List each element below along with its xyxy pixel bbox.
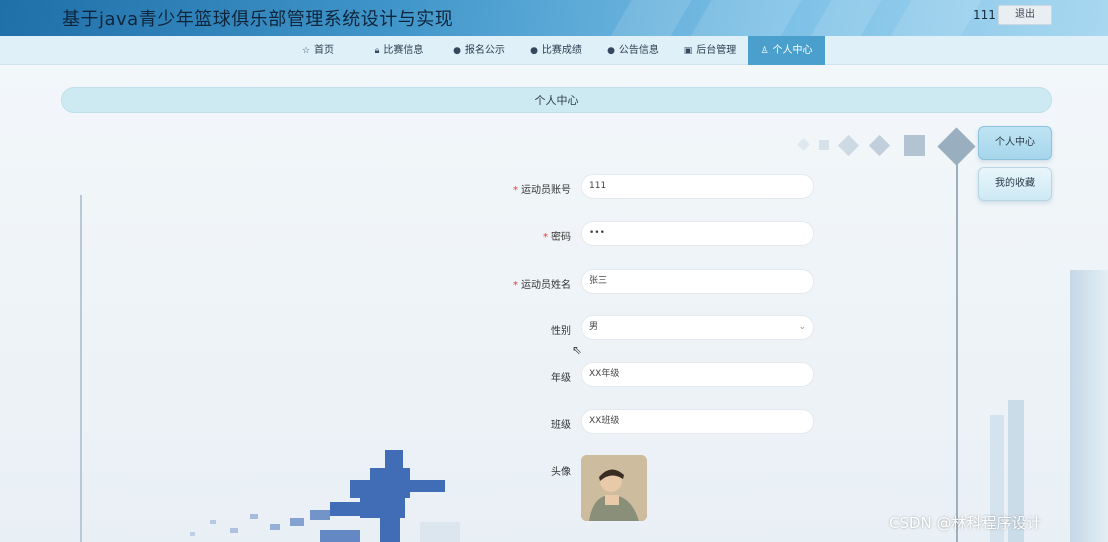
briefcase-icon: ▣ xyxy=(683,46,693,56)
nav-item-signup-notice[interactable]: ● 报名公示 xyxy=(440,36,518,65)
required-mark: * xyxy=(513,280,518,291)
mouse-cursor-icon: ⇖ xyxy=(572,343,583,357)
runner-illustration xyxy=(190,450,445,542)
nav-item-personal-center[interactable]: ♙ 个人中心 xyxy=(748,36,825,65)
user-icon: ♙ xyxy=(760,46,769,56)
gender-select-value: 男 xyxy=(589,322,599,332)
nav-item-label: 后台管理 xyxy=(696,45,737,56)
nav-item-label: 报名公示 xyxy=(464,45,505,56)
required-mark: * xyxy=(543,232,548,243)
name-label: * 运动员姓名 xyxy=(481,276,571,291)
side-menu-personal-center[interactable]: 个人中心 xyxy=(978,126,1052,160)
grade-label: 年级 xyxy=(551,373,571,384)
question-icon: ● xyxy=(530,46,538,56)
page-title-banner: 个人中心 xyxy=(61,87,1052,113)
decorative-line xyxy=(956,160,958,542)
info-icon: ● xyxy=(453,46,461,56)
nav-item-admin[interactable]: ▣ 后台管理 xyxy=(671,36,749,65)
required-mark: * xyxy=(513,185,518,196)
username-label: 111 xyxy=(973,8,996,22)
name-field[interactable]: 张三 xyxy=(581,269,814,294)
account-label: * 运动员账号 xyxy=(481,181,571,196)
gender-label: 性别 xyxy=(551,326,571,337)
nav-item-match-results[interactable]: ● 比赛成绩 xyxy=(517,36,595,65)
grade-field[interactable]: XX年级 xyxy=(581,362,814,387)
chevron-down-icon: ⌄ xyxy=(798,322,806,332)
account-label-text: 运动员账号 xyxy=(521,185,571,196)
nav-item-home[interactable]: ☆ 首页 xyxy=(288,36,348,65)
avatar-portrait xyxy=(581,455,647,521)
password-label: * 密码 xyxy=(481,228,571,243)
main-nav: ☆ 首页 🔒︎ 比赛信息 ● 报名公示 ● 比赛成绩 ● 公告信息 ▣ 后台管理 ♙ 个人中心 xyxy=(0,36,1108,65)
header-bar: 基于java青少年篮球俱乐部管理系统设计与实现 111 退出 xyxy=(0,0,1108,36)
nav-item-announcements[interactable]: ● 公告信息 xyxy=(594,36,672,65)
avatar-image[interactable] xyxy=(581,455,647,521)
diamond-decoration xyxy=(868,134,891,157)
nav-item-label: 首页 xyxy=(314,45,335,56)
diamond-decoration xyxy=(837,134,860,157)
name-label-text: 运动员姓名 xyxy=(521,280,571,291)
info-icon: ● xyxy=(607,46,615,56)
nav-item-label: 公告信息 xyxy=(618,45,659,56)
password-field[interactable]: ••• xyxy=(581,221,814,246)
nav-item-label: 个人中心 xyxy=(772,45,813,56)
account-field[interactable]: 111 xyxy=(581,174,814,199)
lock-icon: 🔒︎ xyxy=(374,46,380,56)
password-label-text: 密码 xyxy=(551,232,571,243)
star-icon: ☆ xyxy=(301,46,311,56)
diamond-decoration xyxy=(797,138,810,151)
diamond-decoration xyxy=(819,140,829,150)
nav-item-label: 比赛信息 xyxy=(383,45,424,56)
gender-select[interactable]: 男 ⌄ xyxy=(581,315,814,340)
site-title: 基于java青少年篮球俱乐部管理系统设计与实现 xyxy=(62,9,454,30)
nav-item-match-info[interactable]: 🔒︎ 比赛信息 xyxy=(360,36,438,65)
class-field[interactable]: XX班级 xyxy=(581,409,814,434)
side-menu-my-favorites[interactable]: 我的收藏 xyxy=(978,167,1052,201)
watermark-text: CSDN @林科程序设计 xyxy=(889,514,1042,532)
class-label: 班级 xyxy=(551,420,571,431)
logout-button[interactable]: 退出 xyxy=(998,5,1052,25)
diamond-decoration xyxy=(937,127,976,166)
diamond-decoration xyxy=(904,135,925,156)
decorative-line xyxy=(80,195,82,542)
nav-item-label: 比赛成绩 xyxy=(541,45,582,56)
avatar-label: 头像 xyxy=(551,467,571,478)
background-building xyxy=(1070,270,1108,542)
